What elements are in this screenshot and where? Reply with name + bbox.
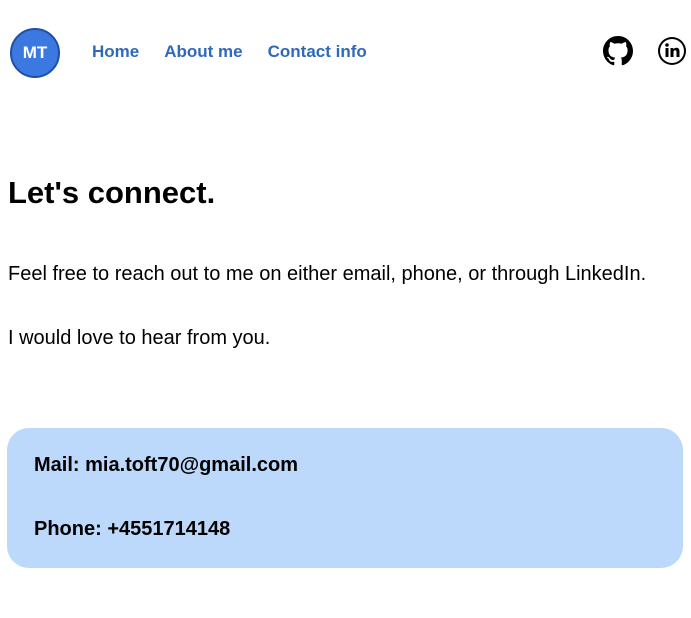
page-heading: Let's connect. (8, 175, 216, 210)
nav-link-contact-info[interactable]: Contact info (268, 41, 367, 63)
nav-link-about-me[interactable]: About me (164, 41, 242, 63)
github-icon-graphic (603, 36, 633, 66)
main-nav: Home About me Contact info (92, 41, 392, 63)
nav-link-home[interactable]: Home (92, 41, 139, 63)
site-header: MT Home About me Contact info (0, 0, 691, 104)
github-icon[interactable] (603, 36, 633, 66)
logo-avatar[interactable]: MT (10, 28, 60, 78)
linkedin-icon-graphic (658, 37, 686, 65)
contact-card: Mail: mia.toft70@gmail.com Phone: +45517… (7, 428, 683, 568)
logo-text: MT (22, 43, 48, 62)
intro-paragraph: Feel free to reach out to me on either e… (8, 263, 647, 285)
page: MT Home About me Contact info Let's conn… (0, 0, 691, 618)
contact-phone[interactable]: Phone: +4551714148 (34, 517, 230, 541)
linkedin-icon[interactable] (657, 36, 687, 66)
contact-mail[interactable]: Mail: mia.toft70@gmail.com (34, 453, 298, 477)
closing-paragraph: I would love to hear from you. (8, 327, 271, 349)
